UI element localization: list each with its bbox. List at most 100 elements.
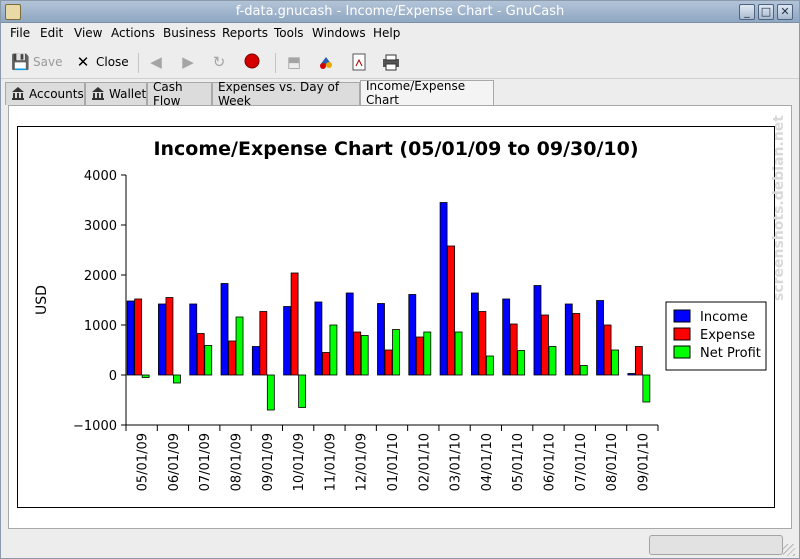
x-tick-label: 11/01/09 (323, 433, 338, 491)
bar-expense (572, 313, 581, 376)
bar-expense (290, 272, 299, 376)
bar-income (470, 292, 479, 376)
close-button[interactable]: ✕ Close (74, 50, 129, 74)
x-tick-label: 09/01/09 (261, 433, 276, 491)
legend-label: Net Profit (700, 346, 761, 361)
bar-income (189, 303, 198, 376)
bar-net-profit (517, 350, 526, 376)
bar-expense (322, 352, 330, 376)
stop-button[interactable] (243, 50, 261, 74)
legend-swatch (673, 345, 691, 359)
bar-expense (134, 298, 143, 376)
close-window-icon[interactable]: ✕ (777, 4, 793, 20)
bar-net-profit (204, 345, 213, 376)
x-tick-label: 01/01/10 (386, 433, 401, 491)
bar-net-profit (360, 335, 369, 376)
menu-reports[interactable]: Reports (222, 26, 268, 40)
bar-net-profit (266, 374, 275, 411)
watermark-text: screenshots.debian.net (771, 115, 787, 301)
save-label: Save (33, 55, 63, 69)
resize-grip[interactable] (783, 544, 795, 556)
x-tick-label: 06/01/09 (167, 433, 182, 491)
bar-income (314, 301, 323, 376)
bar-expense (415, 336, 424, 376)
menu-help[interactable]: Help (373, 26, 400, 40)
menu-edit[interactable]: Edit (40, 26, 63, 40)
menu-windows[interactable]: Windows (312, 26, 366, 40)
legend-swatch (673, 327, 691, 341)
tab-label: Cash Flow (153, 80, 183, 108)
forward-button[interactable]: ▶ (179, 50, 197, 74)
bar-income (596, 300, 604, 376)
export-button[interactable]: ⬒ (285, 50, 303, 74)
back-button[interactable]: ◀ (147, 50, 165, 74)
x-tick-label: 07/01/09 (198, 433, 213, 491)
bar-net-profit (329, 324, 338, 376)
x-tick-label: 04/01/10 (480, 433, 495, 491)
bar-income (345, 292, 354, 376)
minimize-icon[interactable]: _ (739, 4, 755, 20)
bar-income (251, 346, 260, 376)
bar-income (533, 285, 542, 376)
bar-income (502, 298, 511, 376)
tab-wallet[interactable]: Wallet (85, 82, 147, 105)
bar-income (377, 303, 385, 376)
bar-net-profit (173, 374, 181, 384)
bar-income (220, 283, 229, 376)
bar-expense (447, 245, 455, 376)
bar-expense (384, 349, 393, 376)
bank-icon (11, 86, 25, 103)
bar-income (408, 294, 417, 376)
bar-income (627, 373, 636, 376)
menu-view[interactable]: View (74, 26, 102, 40)
bar-net-profit (423, 331, 432, 376)
bar-net-profit (579, 365, 588, 376)
income-expense-chart: Income/Expense Chart (05/01/09 to 09/30/… (34, 138, 767, 491)
tab-income-expense-chart[interactable]: Income/Expense Chart (360, 79, 494, 107)
reload-button[interactable]: ↻ (210, 50, 228, 74)
save-icon: 💾 (11, 53, 30, 71)
title-bar[interactable]: f-data.gnucash - Income/Expense Chart - … (1, 1, 799, 23)
print-preview-button[interactable] (350, 50, 368, 74)
bar-net-profit (642, 374, 651, 403)
legend-label: Expense (700, 328, 755, 343)
bar-net-profit (235, 316, 244, 376)
bar-income (126, 300, 135, 376)
gnucash-window: f-data.gnucash - Income/Expense Chart - … (0, 0, 800, 559)
bar-net-profit (454, 331, 463, 376)
tab-expenses-vs-day-of-week[interactable]: Expenses vs. Day of Week (212, 80, 360, 108)
y-tick-label: 4000 (84, 169, 117, 184)
save-button[interactable]: 💾 Save (11, 50, 62, 74)
menu-file[interactable]: File (10, 26, 30, 40)
chart-title: Income/Expense Chart (05/01/09 to 09/30/… (153, 138, 638, 160)
close-icon: ✕ (76, 53, 90, 71)
bar-income (564, 303, 573, 376)
tab-cash-flow[interactable]: Cash Flow (147, 80, 212, 108)
status-bar (1, 531, 799, 559)
bar-net-profit (611, 349, 619, 376)
bar-expense (196, 333, 205, 376)
x-tick-label: 02/01/10 (417, 433, 432, 491)
toolbar: 💾 Save ✕ Close ◀ ▶ ↻ ⬒ (1, 45, 799, 79)
tab-label: Expenses vs. Day of Week (218, 80, 340, 108)
y-axis-label: USD (34, 285, 50, 315)
bar-net-profit (485, 355, 494, 376)
bar-expense (509, 323, 518, 376)
legend-swatch (673, 309, 691, 323)
bar-expense (353, 331, 362, 376)
bar-expense (603, 324, 612, 376)
maximize-icon[interactable]: □ (758, 4, 774, 20)
menu-actions[interactable]: Actions (111, 26, 155, 40)
toolbar-separator (275, 53, 276, 73)
menu-business[interactable]: Business (163, 26, 216, 40)
x-tick-label: 08/01/09 (230, 433, 245, 491)
menu-tools[interactable]: Tools (274, 26, 304, 40)
report-options-button[interactable] (317, 50, 335, 74)
tab-accounts[interactable]: Accounts (5, 82, 85, 105)
y-tick-label: 2000 (84, 269, 117, 284)
x-tick-label: 08/01/10 (605, 433, 620, 491)
y-tick-label: 0 (109, 369, 117, 384)
tab-label: Income/Expense Chart (366, 79, 466, 107)
reload-icon: ↻ (212, 53, 226, 71)
print-button[interactable] (381, 50, 399, 74)
